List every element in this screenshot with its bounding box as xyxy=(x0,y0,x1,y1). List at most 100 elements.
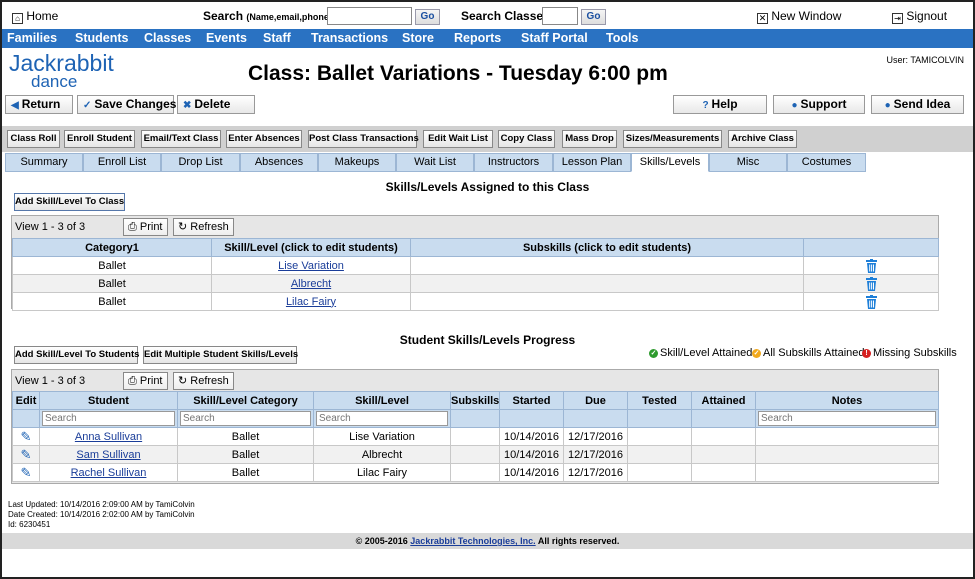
assigned-print-button[interactable]: ⎙ Print xyxy=(123,218,168,236)
category-cell: Ballet xyxy=(177,463,314,482)
student-cell: Anna Sullivan xyxy=(39,427,178,446)
tab-absences[interactable]: Absences xyxy=(240,153,318,172)
nav-classes[interactable]: Classes xyxy=(144,31,191,45)
enter-absences-button[interactable]: Enter Absences xyxy=(226,130,302,148)
nav-transactions[interactable]: Transactions xyxy=(311,31,388,45)
support-button[interactable]: ● Support xyxy=(773,95,865,114)
tab-costumes[interactable]: Costumes xyxy=(787,153,866,172)
subskills-cell[interactable] xyxy=(410,256,804,275)
nav-staff-portal[interactable]: Staff Portal xyxy=(521,31,588,45)
col-due[interactable]: Due xyxy=(563,391,628,410)
col-started[interactable]: Started xyxy=(499,391,564,410)
tab-drop-list[interactable]: Drop List xyxy=(161,153,240,172)
tab-misc[interactable]: Misc xyxy=(709,153,787,172)
legend-skill-attained: ✓ Skill/Level Attained xyxy=(649,347,753,359)
pencil-icon[interactable]: ✎ xyxy=(21,465,32,480)
new-window-link[interactable]: ✕ New Window xyxy=(757,9,841,24)
add-skill-to-students-button[interactable]: Add Skill/Level To Students xyxy=(14,346,139,364)
attained-cell xyxy=(691,427,756,446)
delete-button[interactable]: ✖ Delete xyxy=(177,95,255,114)
notes-cell xyxy=(755,445,939,464)
skill-link[interactable]: Albrecht xyxy=(291,278,331,290)
trash-icon[interactable] xyxy=(865,294,878,309)
table-row: Ballet Lise Variation xyxy=(12,256,939,275)
signout-link[interactable]: ⇥ Signout xyxy=(892,9,947,24)
mass-drop-button[interactable]: Mass Drop xyxy=(562,130,617,148)
search-cell-empty xyxy=(627,409,692,428)
col-attained[interactable]: Attained xyxy=(691,391,756,410)
app-window: ⌂ Home Search (Name,email,phone) Go Sear… xyxy=(0,0,975,579)
archive-class-button[interactable]: Archive Class xyxy=(728,130,797,148)
class-search-go-button[interactable]: Go xyxy=(581,9,606,25)
family-search-input[interactable] xyxy=(327,7,412,25)
col-skill-category[interactable]: Skill/Level Category xyxy=(177,391,314,410)
save-changes-button[interactable]: ✓ Save Changes xyxy=(77,95,176,114)
nav-families[interactable]: Families xyxy=(7,31,57,45)
home-link[interactable]: ⌂ Home xyxy=(12,9,58,24)
signout-icon: ⇥ xyxy=(892,13,903,24)
tab-wait-list[interactable]: Wait List xyxy=(396,153,474,172)
post-class-transactions-button[interactable]: Post Class Transactions xyxy=(308,130,419,148)
nav-reports[interactable]: Reports xyxy=(454,31,501,45)
skill-link[interactable]: Lise Variation xyxy=(278,260,344,272)
email-text-class-button[interactable]: Email/Text Class xyxy=(141,130,221,148)
tab-lesson-plan[interactable]: Lesson Plan xyxy=(553,153,631,172)
student-link[interactable]: Sam Sullivan xyxy=(76,449,140,461)
notes-search-input[interactable] xyxy=(758,411,936,426)
tab-instructors[interactable]: Instructors xyxy=(474,153,553,172)
progress-grid: View 1 - 3 of 3 ⎙ Print ↻ Refresh Edit S… xyxy=(11,369,939,484)
edit-cell: ✎ xyxy=(12,445,40,464)
student-link[interactable]: Anna Sullivan xyxy=(75,431,142,443)
tab-summary[interactable]: Summary xyxy=(5,153,83,172)
started-cell: 10/14/2016 xyxy=(499,445,564,464)
search-cell-empty xyxy=(499,409,564,428)
assigned-refresh-button[interactable]: ↻ Refresh xyxy=(173,218,234,236)
search-cell xyxy=(39,409,178,428)
nav-staff[interactable]: Staff xyxy=(263,31,291,45)
col-category1[interactable]: Category1 xyxy=(12,238,212,257)
skill-search-input[interactable] xyxy=(316,411,448,426)
subskills-cell[interactable] xyxy=(410,274,804,293)
class-search-input[interactable] xyxy=(542,7,578,25)
progress-refresh-button[interactable]: ↻ Refresh xyxy=(173,372,234,390)
col-student[interactable]: Student xyxy=(39,391,178,410)
progress-print-button[interactable]: ⎙ Print xyxy=(123,372,168,390)
subskills-cell xyxy=(450,427,500,446)
tab-enroll-list[interactable]: Enroll List xyxy=(83,153,161,172)
trash-icon[interactable] xyxy=(865,258,878,273)
search-go-button[interactable]: Go xyxy=(415,9,440,25)
add-skill-to-class-button[interactable]: Add Skill/Level To Class xyxy=(14,193,125,211)
copy-class-button[interactable]: Copy Class xyxy=(498,130,555,148)
checkmark-icon: ✓ xyxy=(83,100,92,111)
pencil-icon[interactable]: ✎ xyxy=(21,429,32,444)
edit-wait-list-button[interactable]: Edit Wait List xyxy=(423,130,493,148)
search-cell xyxy=(313,409,451,428)
col-skill-level[interactable]: Skill/Level (click to edit students) xyxy=(211,238,411,257)
col-tested[interactable]: Tested xyxy=(627,391,692,410)
edit-multiple-skills-button[interactable]: Edit Multiple Student Skills/Levels xyxy=(143,346,298,364)
skill-link[interactable]: Lilac Fairy xyxy=(286,296,336,308)
return-button[interactable]: ◀ Return xyxy=(5,95,73,114)
tab-makeups[interactable]: Makeups xyxy=(318,153,396,172)
subskills-cell[interactable] xyxy=(410,292,804,311)
col-notes[interactable]: Notes xyxy=(755,391,939,410)
enroll-student-button[interactable]: Enroll Student xyxy=(64,130,135,148)
trash-icon[interactable] xyxy=(865,276,878,291)
nav-students[interactable]: Students xyxy=(75,31,128,45)
nav-events[interactable]: Events xyxy=(206,31,247,45)
send-idea-button[interactable]: ● Send Idea xyxy=(871,95,964,114)
sizes-measurements-button[interactable]: Sizes/Measurements xyxy=(623,130,722,148)
col-subskills[interactable]: Subskills (click to edit students) xyxy=(410,238,804,257)
company-link[interactable]: Jackrabbit Technologies, Inc. xyxy=(410,536,535,546)
category-search-input[interactable] xyxy=(180,411,311,426)
tab-skills-levels[interactable]: Skills/Levels xyxy=(631,153,709,172)
class-roll-button[interactable]: Class Roll xyxy=(7,130,60,148)
student-search-input[interactable] xyxy=(42,411,175,426)
nav-store[interactable]: Store xyxy=(402,31,434,45)
col-skill-level[interactable]: Skill/Level xyxy=(313,391,451,410)
col-subskills[interactable]: Subskills xyxy=(450,391,500,410)
pencil-icon[interactable]: ✎ xyxy=(21,447,32,462)
help-button[interactable]: ? Help xyxy=(673,95,767,114)
student-link[interactable]: Rachel Sullivan xyxy=(71,467,147,479)
nav-tools[interactable]: Tools xyxy=(606,31,638,45)
